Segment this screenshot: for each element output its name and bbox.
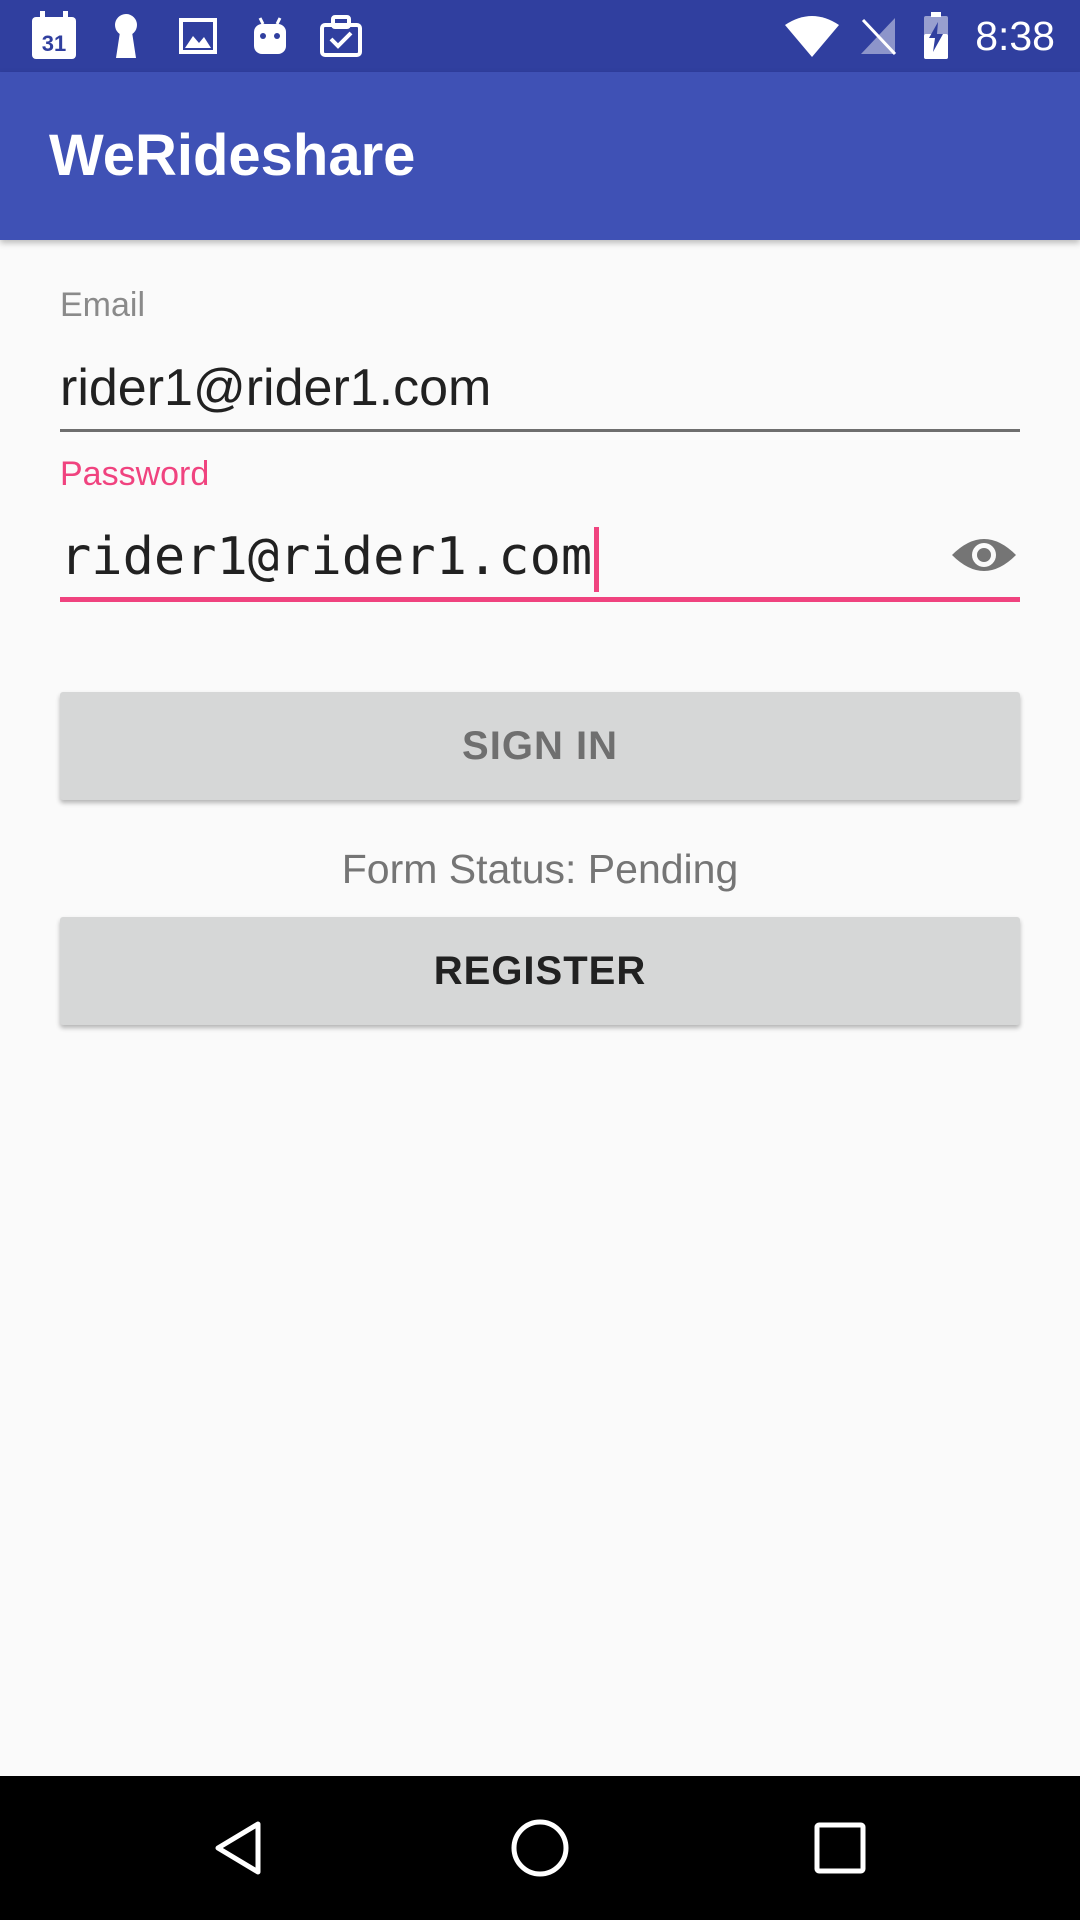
password-underline (60, 597, 1020, 602)
navigation-bar (0, 1776, 1080, 1920)
status-bar: 31 8:38 (0, 0, 1080, 72)
text-caret (594, 527, 600, 592)
recents-icon[interactable] (790, 1798, 890, 1898)
calendar-icon: 31 (30, 10, 78, 62)
password-field[interactable]: rider1@rider1.com (60, 527, 920, 597)
home-icon[interactable] (490, 1798, 590, 1898)
email-underline (60, 429, 1020, 432)
app-bar: WeRideshare (0, 72, 1080, 240)
image-icon (178, 10, 218, 62)
android-icon (250, 10, 290, 62)
clipboard-check-icon (318, 10, 364, 62)
back-icon[interactable] (190, 1798, 290, 1898)
form-status: Form Status: Pending (341, 846, 739, 892)
svg-text:31: 31 (42, 31, 66, 56)
no-signal-icon (858, 10, 898, 62)
clock: 8:38 (975, 13, 1055, 59)
battery-charging-icon (920, 10, 952, 62)
email-field[interactable]: rider1@rider1.com (60, 358, 1020, 428)
password-visibility-toggle[interactable] (948, 527, 1020, 583)
keyhole-icon (110, 10, 142, 62)
sign-in-button[interactable]: SIGN IN (60, 692, 1020, 800)
password-value: rider1@rider1.com (60, 527, 593, 587)
register-button[interactable]: REGISTER (60, 917, 1020, 1025)
email-label: Email (60, 286, 146, 324)
app-title: WeRideshare (49, 123, 416, 188)
eye-icon (952, 539, 1016, 571)
wifi-icon (784, 10, 840, 62)
password-label: Password (60, 455, 210, 493)
